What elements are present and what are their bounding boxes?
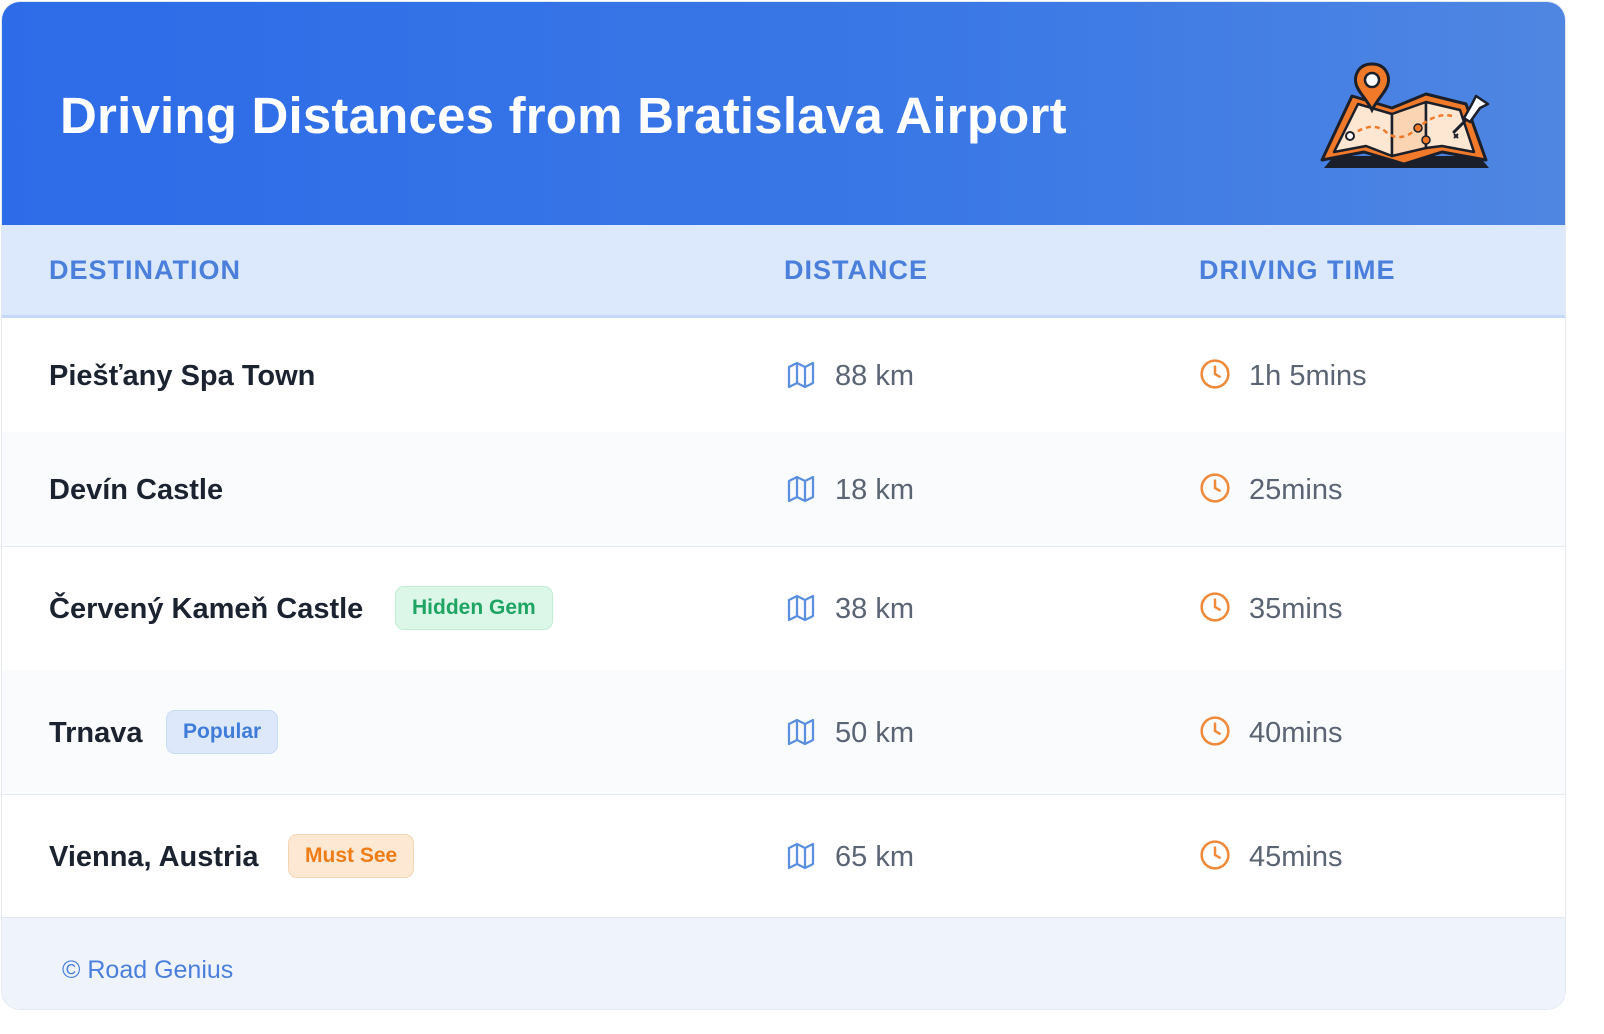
- distance-value: 65 km: [835, 841, 914, 873]
- destination-name: Devín Castle: [49, 474, 224, 506]
- clock-icon: [1200, 473, 1230, 503]
- folded-map-with-pins-icon: [1320, 62, 1490, 168]
- distance-value: 50 km: [835, 717, 914, 749]
- table-row: Devín Castle 18 km 25mins: [2, 432, 1565, 547]
- clock-icon: [1200, 592, 1230, 622]
- destination-name: Trnava: [49, 717, 143, 749]
- time-value: 45mins: [1249, 841, 1343, 873]
- map-icon: [787, 594, 815, 622]
- map-icon: [787, 361, 815, 389]
- map-icon: [787, 842, 815, 870]
- distance-card: Driving Distances from Bratislava Airpor…: [2, 2, 1565, 1009]
- map-icon: [787, 718, 815, 746]
- distance-value: 38 km: [835, 593, 914, 625]
- column-header-destination: DESTINATION: [49, 255, 241, 285]
- destination-name: Vienna, Austria: [49, 841, 259, 873]
- time-value: 35mins: [1249, 593, 1343, 625]
- time-value: 1h 5mins: [1249, 360, 1367, 392]
- table-row: Piešťany Spa Town 88 km 1h 5mins: [2, 318, 1565, 433]
- distance-value: 88 km: [835, 360, 914, 392]
- table-header: DESTINATION DISTANCE DRIVING TIME: [2, 225, 1565, 318]
- footer-credit: © Road Genius: [62, 956, 234, 984]
- table-row: Trnava Popular 50 km 40mins: [2, 670, 1565, 795]
- clock-icon: [1200, 840, 1230, 870]
- map-icon: [787, 475, 815, 503]
- table-row: Vienna, Austria Must See 65 km 45mins: [2, 794, 1565, 917]
- destination-name: Piešťany Spa Town: [49, 360, 316, 392]
- clock-icon: [1200, 716, 1230, 746]
- page-title: Driving Distances from Bratislava Airpor…: [60, 87, 1067, 144]
- card-footer: © Road Genius: [2, 917, 1565, 1009]
- time-value: 40mins: [1249, 717, 1343, 749]
- table-row: Červený Kameň Castle Hidden Gem 38 km 35…: [2, 546, 1565, 671]
- badge-popular: Popular: [166, 710, 279, 754]
- time-value: 25mins: [1249, 474, 1343, 506]
- column-header-driving-time: DRIVING TIME: [1199, 255, 1396, 285]
- column-header-distance: DISTANCE: [784, 255, 929, 285]
- badge-hidden-gem: Hidden Gem: [395, 586, 553, 630]
- clock-icon: [1200, 359, 1230, 389]
- badge-must-see: Must See: [288, 834, 415, 878]
- distance-value: 18 km: [835, 474, 914, 506]
- card-header: Driving Distances from Bratislava Airpor…: [2, 2, 1565, 225]
- destination-name: Červený Kameň Castle: [49, 593, 364, 625]
